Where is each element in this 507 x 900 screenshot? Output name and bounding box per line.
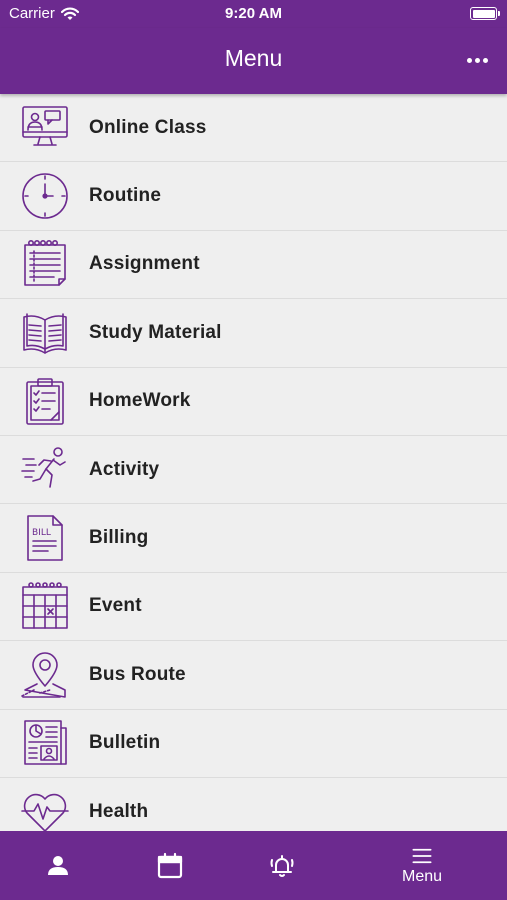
menu-item-online-class[interactable]: Online Class	[0, 94, 507, 163]
menu-item-label: Online Class	[89, 116, 207, 138]
svg-text:BILL: BILL	[32, 528, 51, 538]
menu-item-bus-route[interactable]: Bus Route	[0, 641, 507, 710]
menu-item-assignment[interactable]: Assignment	[0, 231, 507, 300]
menu-item-label: Study Material	[89, 321, 222, 343]
open-book-icon	[19, 307, 71, 359]
heartbeat-icon	[19, 786, 71, 831]
status-time: 9:20 AM	[225, 5, 282, 22]
running-person-icon	[19, 444, 71, 496]
menu-item-study-material[interactable]: Study Material	[0, 299, 507, 368]
menu-item-routine[interactable]: Routine	[0, 162, 507, 231]
clipboard-icon	[19, 375, 71, 427]
menu-item-event[interactable]: Event	[0, 573, 507, 642]
menu-item-label: Routine	[89, 185, 162, 207]
menu-item-label: Health	[89, 800, 149, 822]
more-horizontal-icon[interactable]	[463, 48, 491, 72]
map-pin-route-icon	[19, 649, 71, 701]
menu-item-bulletin[interactable]: Bulletin	[0, 710, 507, 778]
menu-list: Online Class Routine Assignment Study Ma…	[0, 94, 507, 831]
menu-item-label: Event	[89, 595, 142, 617]
notepad-icon	[19, 238, 71, 290]
menu-item-label: Assignment	[89, 253, 200, 275]
newspaper-icon	[19, 717, 71, 769]
bill-icon: BILL	[19, 512, 71, 564]
calendar-icon	[157, 852, 183, 878]
page-title: Menu	[224, 45, 283, 71]
menu-item-homework[interactable]: HomeWork	[0, 368, 507, 436]
battery-icon	[470, 7, 500, 20]
tab-notifications[interactable]	[254, 831, 310, 900]
tab-bar: Menu	[0, 831, 507, 900]
person-icon	[48, 855, 68, 875]
online-class-icon	[19, 102, 71, 154]
bell-ringing-icon	[270, 854, 294, 877]
tab-profile[interactable]	[30, 831, 86, 900]
menu-item-label: HomeWork	[89, 390, 191, 412]
tab-calendar[interactable]	[142, 831, 198, 900]
menu-item-label: Bulletin	[89, 732, 161, 754]
menu-item-label: Bus Route	[89, 663, 186, 685]
menu-item-health[interactable]: Health	[0, 778, 507, 831]
menu-item-billing[interactable]: BILL Billing	[0, 504, 507, 573]
nav-bar: Menu	[0, 28, 507, 94]
tab-menu[interactable]: Menu	[380, 831, 464, 900]
menu-item-label: Billing	[89, 527, 149, 549]
calendar-grid-icon	[19, 580, 71, 632]
tab-menu-label: Menu	[401, 868, 443, 885]
menu-item-label: Activity	[89, 458, 160, 480]
clock-icon	[19, 170, 71, 222]
status-bar: Carrier 9:20 AM	[0, 0, 507, 28]
menu-item-activity[interactable]: Activity	[0, 436, 507, 505]
hamburger-menu-icon	[412, 848, 432, 864]
